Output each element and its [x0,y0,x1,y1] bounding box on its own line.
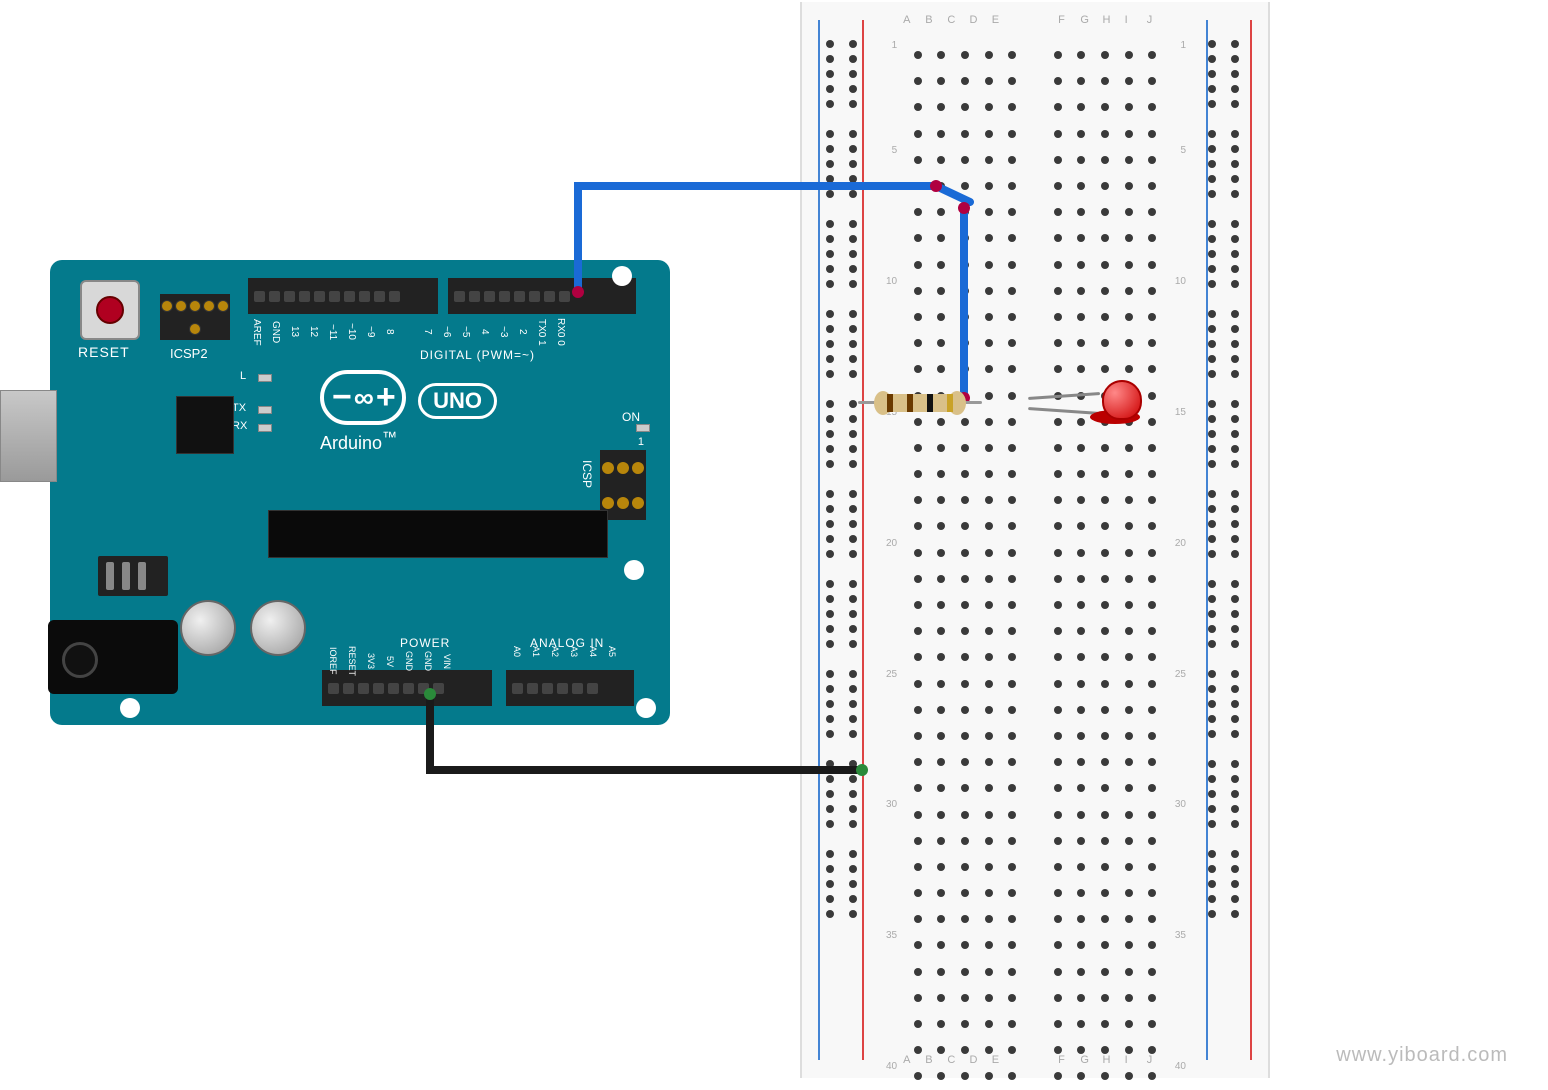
atmega328p-chip [268,510,608,558]
led-L-indicator [258,374,272,382]
row-labels-left: 1510152025303540 [886,42,897,1071]
capacitor-1 [180,600,236,656]
breadboard: ABCDEFGHIJ ABCDEFGHIJ 1510152025303540 1… [800,2,1270,1078]
on-led-label: ON [622,410,640,424]
capacitor-2 [250,600,306,656]
digital-header-left[interactable] [248,278,438,314]
analog-pin-labels: A0A1A2A3A4A5 [510,646,617,657]
logo-plus: + [376,378,394,417]
digital-pwm-label: DIGITAL (PWM=~) [420,348,535,362]
tm-text: ™ [382,429,397,446]
voltage-regulator [98,556,168,596]
led-L-label: L [240,370,246,382]
dc-power-jack[interactable] [48,620,178,694]
brand-text: Arduino [320,433,382,453]
red-led-component [1094,380,1142,424]
mount-hole [120,698,140,718]
icsp2-label: ICSP2 [170,346,208,361]
mount-hole [624,560,644,580]
analog-header[interactable] [506,670,634,706]
led-RX-indicator [258,424,272,432]
resistor-component [880,394,960,412]
uno-label: UNO [418,383,497,419]
led-TX-label: TX [232,402,246,414]
right-power-rail [1198,20,1254,1060]
rail-positive-line [1250,20,1252,1060]
col-labels-top: ABCDEFGHIJ [902,14,1168,26]
arduino-uno-board: RESET ICSP2 DIGITAL (PWM=~) AREFGND1312~… [50,260,670,725]
logo-minus: − [332,378,350,417]
icsp-label: ICSP [580,460,594,488]
grid-left-half[interactable] [906,42,1024,1090]
reset-button[interactable] [80,280,140,340]
mount-hole [612,266,632,286]
on-led-indicator [636,424,650,432]
led-RX-label: RX [232,420,247,432]
digital-header-right[interactable] [448,278,636,314]
icsp2-header [160,294,230,340]
icsp-pin1-label: 1 [638,436,644,448]
top-pin-labels: AREFGND1312~11~10~987~6~54~32TX0 1RX0 0 [250,318,566,346]
rail-negative-line [818,20,820,1060]
grid-right-half[interactable] [1046,42,1164,1090]
power-pin-labels: IOREFRESET3V35VGNDGNDVIN [326,646,452,676]
atmega-chip-small [176,396,234,454]
watermark-text: www.yiboard.com [1336,1044,1508,1067]
breadboard-main-grid: ABCDEFGHIJ ABCDEFGHIJ 1510152025303540 1… [902,14,1168,1066]
row-labels-right: 1510152025303540 [1175,42,1186,1071]
mount-hole [636,698,656,718]
led-TX-indicator [258,406,272,414]
arduino-logo: −∞+ UNO Arduino™ [320,370,497,454]
left-power-rail [816,20,872,1060]
rail-positive-line [862,20,864,1060]
reset-label: RESET [78,344,130,360]
